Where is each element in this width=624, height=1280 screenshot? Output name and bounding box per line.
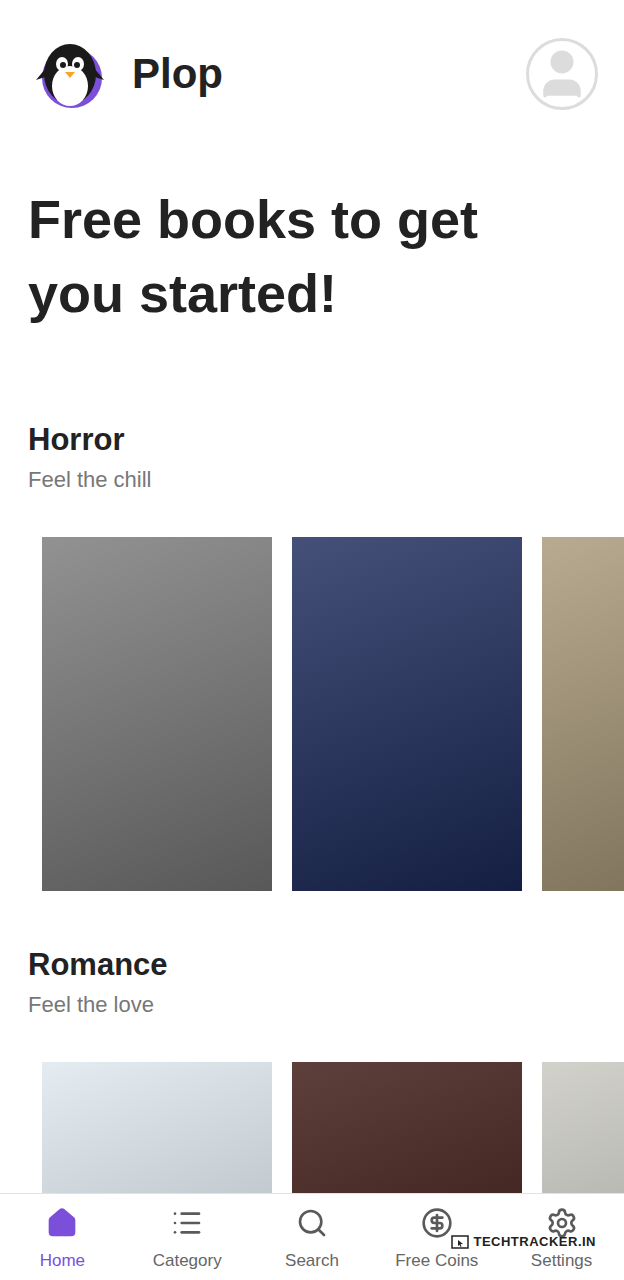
- section-subtitle: Feel the chill: [0, 466, 624, 494]
- nav-label: Free Coins: [395, 1252, 478, 1270]
- section-subtitle: Feel the love: [0, 991, 624, 1019]
- nav-label: Search: [285, 1252, 339, 1270]
- nav-label: Home: [40, 1252, 85, 1270]
- book-cover[interactable]: [542, 1062, 624, 1193]
- user-icon: [533, 45, 591, 103]
- nav-label: Category: [153, 1252, 222, 1270]
- book-cover[interactable]: [292, 537, 522, 891]
- list-icon: [171, 1207, 203, 1239]
- book-cover[interactable]: [42, 537, 272, 891]
- nav-item[interactable]: Home: [0, 1194, 125, 1280]
- brand[interactable]: Plop: [34, 38, 223, 110]
- profile-avatar[interactable]: [526, 38, 598, 110]
- cover-row[interactable]: [0, 1062, 624, 1193]
- nav-item[interactable]: Category: [125, 1194, 250, 1280]
- app-header: Plop: [0, 0, 624, 110]
- book-section: Romance Feel the love: [0, 947, 624, 1193]
- coin-icon: [421, 1207, 453, 1239]
- book-section: Horror Feel the chill: [0, 422, 624, 891]
- penguin-logo-icon: [34, 38, 106, 110]
- app-name: Plop: [132, 50, 223, 98]
- cursor-box-icon: [451, 1235, 469, 1249]
- nav-label: Settings: [531, 1252, 592, 1270]
- book-cover[interactable]: [42, 1062, 272, 1193]
- app-screen: Plop Free books to get you started! Horror…: [0, 0, 624, 1280]
- headline: Free books to get you started!: [0, 182, 624, 330]
- book-cover[interactable]: [542, 537, 624, 891]
- book-cover[interactable]: [292, 1062, 522, 1193]
- home-icon: [46, 1207, 78, 1239]
- home-content: Plop Free books to get you started! Horror…: [0, 0, 624, 1193]
- section-title[interactable]: Romance: [0, 947, 624, 983]
- watermark: TECHTRACKER.IN: [451, 1234, 596, 1250]
- nav-item[interactable]: Search: [250, 1194, 375, 1280]
- cover-row[interactable]: [0, 537, 624, 891]
- search-icon: [296, 1207, 328, 1239]
- section-title[interactable]: Horror: [0, 422, 624, 458]
